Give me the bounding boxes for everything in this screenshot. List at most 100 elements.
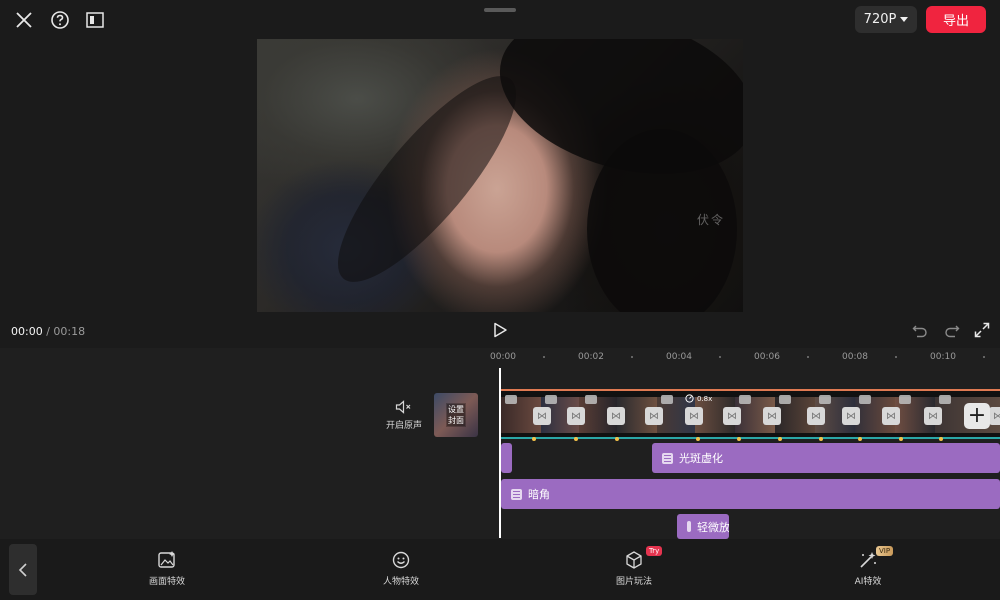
keyframe-dot[interactable]: [899, 437, 903, 441]
keyframe-dot[interactable]: [696, 437, 700, 441]
cover-label: 设置 封面: [446, 403, 466, 427]
transition-icon[interactable]: ⋈: [723, 407, 741, 425]
cover-label-line2: 封面: [447, 415, 465, 426]
ruler-label: 00:08: [842, 352, 868, 362]
transition-icon[interactable]: ⋈: [763, 407, 781, 425]
try-badge: Try: [646, 546, 663, 556]
transition-icon[interactable]: ⋈: [533, 407, 551, 425]
clip-muted-icon: [859, 395, 871, 404]
effect-icon: [511, 488, 522, 500]
transition-icon[interactable]: ⋈: [989, 407, 1000, 425]
tool-image-play[interactable]: 图片玩法: [594, 550, 674, 587]
drag-handle[interactable]: [484, 8, 516, 12]
ruler-label: 00:04: [666, 352, 692, 362]
effect-clip[interactable]: 暗角: [501, 479, 1000, 509]
tool-person-effects[interactable]: 人物特效: [361, 550, 441, 587]
clip-muted-icon: [779, 395, 791, 404]
transition-icon[interactable]: ⋈: [607, 407, 625, 425]
redo-icon[interactable]: [944, 322, 960, 338]
ruler-dot: [807, 356, 809, 358]
tool-label: AI特效: [854, 577, 882, 587]
set-cover-button[interactable]: 设置 封面: [434, 393, 478, 437]
video-watermark: 伏令: [697, 213, 726, 227]
export-button[interactable]: 导出: [926, 6, 986, 33]
speed-label: 0.8x: [697, 394, 713, 403]
clip-muted-icon: [939, 395, 951, 404]
mute-original-label: 开启原声: [385, 421, 422, 431]
face-smile-icon: [391, 550, 411, 570]
total-time: 00:18: [53, 325, 86, 338]
ruler-dot: [983, 356, 985, 358]
current-time: 00:00: [11, 325, 43, 338]
video-track[interactable]: 0.8x ⋈ ⋈ ⋈ ⋈ ⋈ ⋈ ⋈ ⋈ ⋈ ⋈ ⋈ ⋈: [501, 389, 1000, 439]
ruler-label: 00:10: [930, 352, 956, 362]
resolution-dropdown[interactable]: 720P: [855, 6, 917, 33]
magic-wand-icon: [858, 550, 878, 570]
effect-icon: [662, 452, 673, 464]
effect-name: 暗角: [528, 488, 550, 501]
tool-label: 人物特效: [382, 577, 419, 587]
clip-muted-icon: [899, 395, 911, 404]
speed-indicator: 0.8x: [685, 394, 712, 403]
tool-scene-effects[interactable]: 画面特效: [127, 550, 207, 587]
export-label: 导出: [942, 14, 969, 29]
tool-ai-effects[interactable]: AI特效: [828, 550, 908, 587]
keyframe-dot[interactable]: [737, 437, 741, 441]
effect-clip[interactable]: [501, 443, 512, 473]
cube-icon: [624, 550, 644, 570]
effect-clip[interactable]: 轻微放: [677, 514, 729, 539]
transition-icon[interactable]: ⋈: [567, 407, 585, 425]
mute-original-toggle[interactable]: 开启原声: [382, 400, 426, 431]
ruler-label: 00:06: [754, 352, 780, 362]
chevron-left-icon: [18, 562, 27, 577]
ruler-dot: [719, 356, 721, 358]
ruler-label: 00:00: [490, 352, 516, 362]
transition-icon[interactable]: ⋈: [882, 407, 900, 425]
fullscreen-icon[interactable]: [974, 322, 990, 338]
keyframe-dot[interactable]: [778, 437, 782, 441]
add-clip-button[interactable]: +: [964, 403, 990, 429]
effect-clip[interactable]: 光斑虚化: [652, 443, 1000, 473]
effect-icon: [687, 521, 691, 532]
undo-icon[interactable]: [912, 322, 928, 338]
resolution-label: 720P: [863, 12, 897, 27]
effect-name: 光斑虚化: [679, 452, 723, 465]
keyframe-dot[interactable]: [532, 437, 536, 441]
play-icon[interactable]: [492, 322, 508, 338]
transition-icon[interactable]: ⋈: [842, 407, 860, 425]
speed-gauge-icon: [685, 394, 694, 403]
video-preview[interactable]: 伏令: [257, 39, 743, 312]
keyframe-dot[interactable]: [819, 437, 823, 441]
back-button[interactable]: [9, 544, 37, 595]
ruler-dot: [895, 356, 897, 358]
ruler-dot: [631, 356, 633, 358]
speaker-muted-icon: [395, 400, 413, 414]
cover-label-line1: 设置: [447, 404, 465, 415]
keyframe-dot[interactable]: [574, 437, 578, 441]
keyframe-dot[interactable]: [615, 437, 619, 441]
transition-icon[interactable]: ⋈: [685, 407, 703, 425]
transition-icon[interactable]: ⋈: [645, 407, 663, 425]
clip-muted-icon: [585, 395, 597, 404]
clip-muted-icon: [661, 395, 673, 404]
clip-muted-icon: [505, 395, 517, 404]
clip-muted-icon: [545, 395, 557, 404]
vip-badge: VIP: [876, 546, 894, 556]
transition-icon[interactable]: ⋈: [924, 407, 942, 425]
clip-muted-icon: [819, 395, 831, 404]
tool-label: 画面特效: [148, 577, 185, 587]
help-icon[interactable]: [48, 8, 72, 32]
ruler-label: 00:02: [578, 352, 604, 362]
effect-name: 轻微放: [697, 520, 729, 534]
clip-muted-icon: [739, 395, 751, 404]
playhead[interactable]: [499, 368, 501, 538]
keyframe-dot[interactable]: [858, 437, 862, 441]
tool-label: 图片玩法: [615, 577, 652, 587]
close-icon[interactable]: [12, 8, 36, 32]
transition-icon[interactable]: ⋈: [807, 407, 825, 425]
keyframe-dot[interactable]: [939, 437, 943, 441]
playback-timecode: 00:00 / 00:18: [11, 325, 85, 338]
time-separator: /: [46, 325, 50, 338]
caret-down-icon: [900, 17, 909, 22]
layout-toggle-icon[interactable]: [83, 8, 107, 32]
